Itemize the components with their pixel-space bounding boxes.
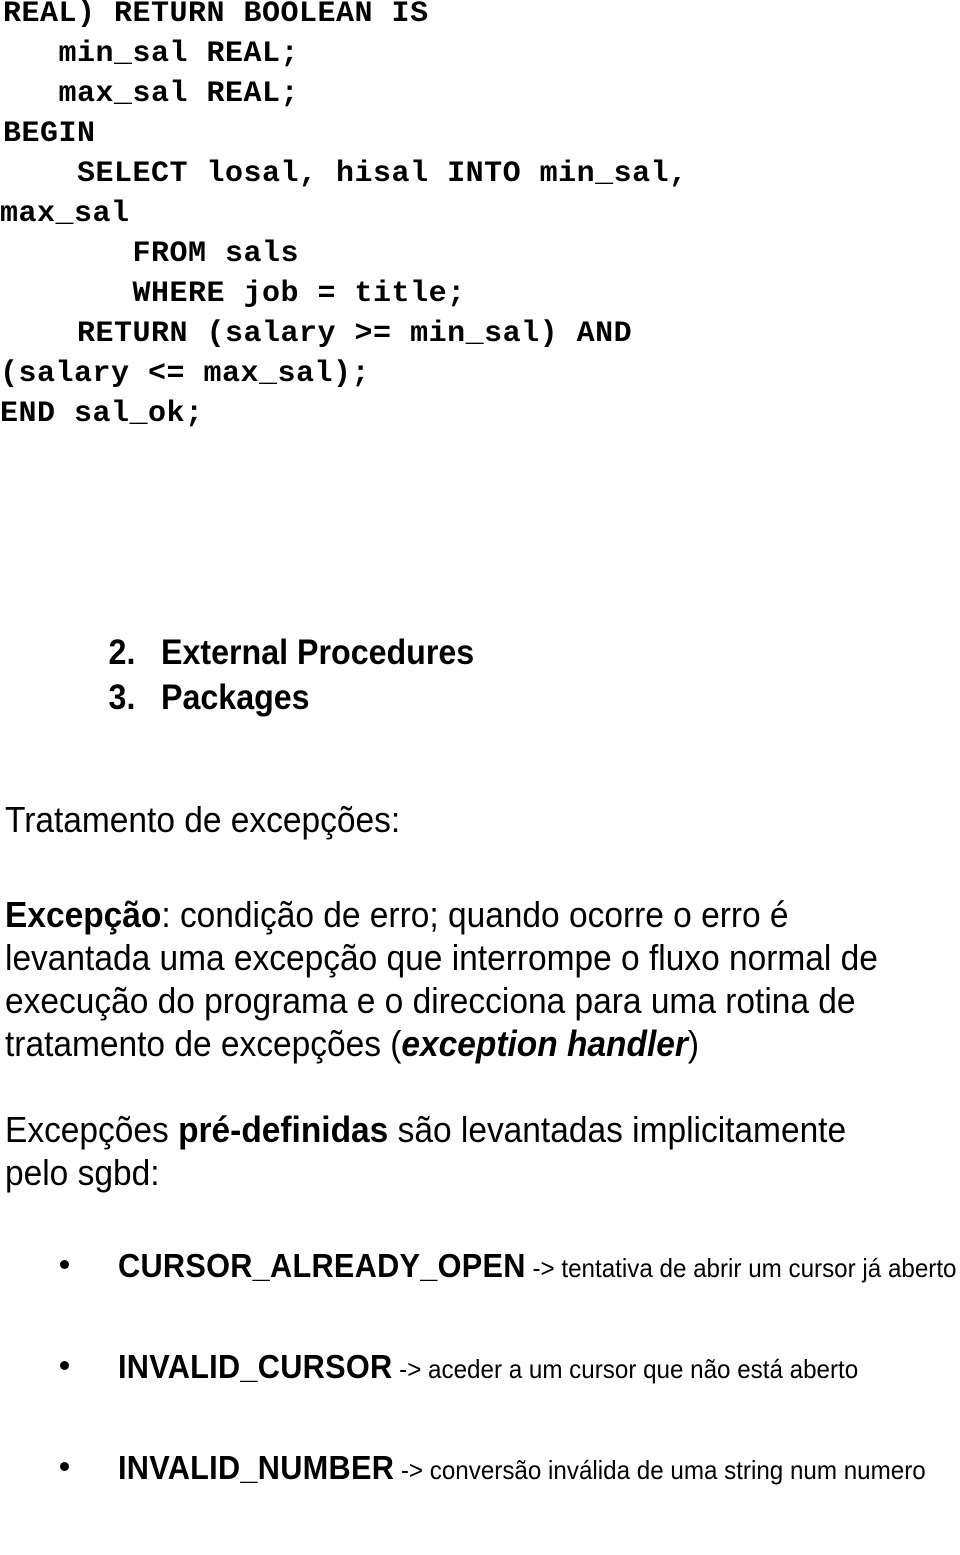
predefined-intro-before: Excepções	[5, 1109, 179, 1150]
predefined-intro-bold: pré-definidas	[178, 1109, 389, 1150]
agenda-list: 2. External Procedures 3. Packages	[0, 630, 960, 720]
exception-term: Excepção	[5, 894, 162, 935]
predefined-intro-paragraph: Excepções pré-definidas são levantadas i…	[5, 1108, 890, 1194]
code-line: (salary <= max_sal);	[0, 357, 371, 391]
predefined-exception-body: INVALID_CURSOR -> aceder a um cursor que…	[118, 1344, 960, 1392]
section-heading: Tratamento de excepções:	[5, 798, 890, 841]
code-line: max_sal	[0, 197, 130, 231]
code-line: RETURN (salary >= min_sal) AND	[3, 317, 633, 351]
predefined-exception-description: -> tentativa de abrir um cursor já abert…	[525, 1253, 957, 1283]
agenda-list-item: 2. External Procedures	[0, 630, 883, 675]
agenda-item-label: Packages	[161, 678, 310, 717]
code-line: REAL) RETURN BOOLEAN IS	[3, 0, 429, 31]
predefined-exception-name: INVALID_NUMBER	[118, 1449, 395, 1486]
code-line: min_sal REAL;	[3, 37, 300, 71]
predefined-exceptions-list: CURSOR_ALREADY_OPEN -> tentativa de abri…	[0, 1243, 960, 1546]
code-line: BEGIN	[3, 117, 96, 151]
predefined-exception-description: -> aceder a um cursor que não está abert…	[392, 1354, 859, 1384]
predefined-exception-body: CURSOR_ALREADY_OPEN -> tentativa de abri…	[118, 1243, 960, 1291]
agenda-list-item: 3. Packages	[0, 675, 883, 720]
bullet-dot-icon	[60, 1361, 69, 1370]
code-line: FROM sals	[3, 237, 300, 271]
bullet-dot-icon	[60, 1462, 69, 1471]
section-heading-text: Tratamento de excepções:	[5, 799, 401, 840]
code-line: max_sal REAL;	[3, 77, 300, 111]
document-page: REAL) RETURN BOOLEAN IS min_sal REAL; ma…	[0, 0, 960, 1555]
code-block: REAL) RETURN BOOLEAN IS min_sal REAL; ma…	[0, 0, 960, 434]
predefined-exception-body: INVALID_NUMBER -> conversão inválida de …	[118, 1445, 960, 1493]
predefined-exception-name: INVALID_CURSOR	[118, 1348, 393, 1385]
exception-definition-tail: )	[687, 1023, 700, 1064]
code-line: END sal_ok;	[0, 397, 204, 431]
predefined-exception-item: INVALID_NUMBER -> conversão inválida de …	[0, 1445, 960, 1493]
code-line: WHERE job = title;	[3, 277, 466, 311]
predefined-exception-item: CURSOR_ALREADY_OPEN -> tentativa de abri…	[0, 1243, 960, 1291]
agenda-item-marker: 2.	[108, 633, 136, 672]
predefined-exception-description: -> conversão inválida de uma string num …	[394, 1455, 926, 1485]
exception-handler-emphasis: exception handler	[401, 1023, 688, 1064]
exception-definition-paragraph: Excepção: condição de erro; quando ocorr…	[5, 893, 890, 1065]
predefined-exception-item: INVALID_CURSOR -> aceder a um cursor que…	[0, 1344, 960, 1392]
agenda-item-label: External Procedures	[161, 633, 475, 672]
code-line: SELECT losal, hisal INTO min_sal,	[3, 157, 688, 191]
bullet-dot-icon	[60, 1260, 69, 1269]
predefined-exception-name: CURSOR_ALREADY_OPEN	[118, 1247, 526, 1284]
agenda-item-marker: 3.	[108, 678, 136, 717]
